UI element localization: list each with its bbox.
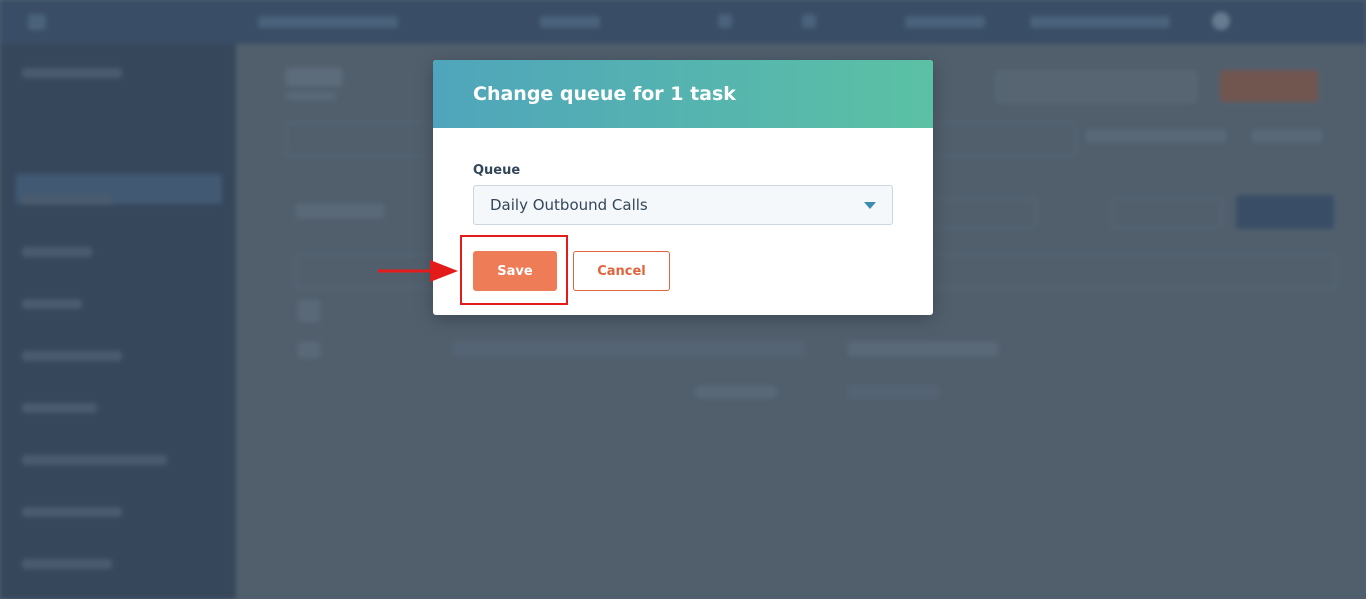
dialog-actions: Save Cancel [473, 251, 670, 291]
change-queue-dialog: Change queue for 1 task Queue Daily Outb… [433, 60, 933, 315]
queue-selected-value: Daily Outbound Calls [490, 196, 648, 214]
chevron-down-icon [864, 202, 876, 209]
dialog-body: Queue Daily Outbound Calls [433, 128, 933, 225]
dialog-title: Change queue for 1 task [473, 83, 736, 105]
queue-select[interactable]: Daily Outbound Calls [473, 185, 893, 225]
queue-label: Queue [473, 163, 521, 178]
cancel-button[interactable]: Cancel [573, 251, 670, 291]
dialog-header: Change queue for 1 task [433, 60, 933, 128]
arrow-right-icon [378, 260, 458, 282]
save-button[interactable]: Save [473, 251, 557, 291]
